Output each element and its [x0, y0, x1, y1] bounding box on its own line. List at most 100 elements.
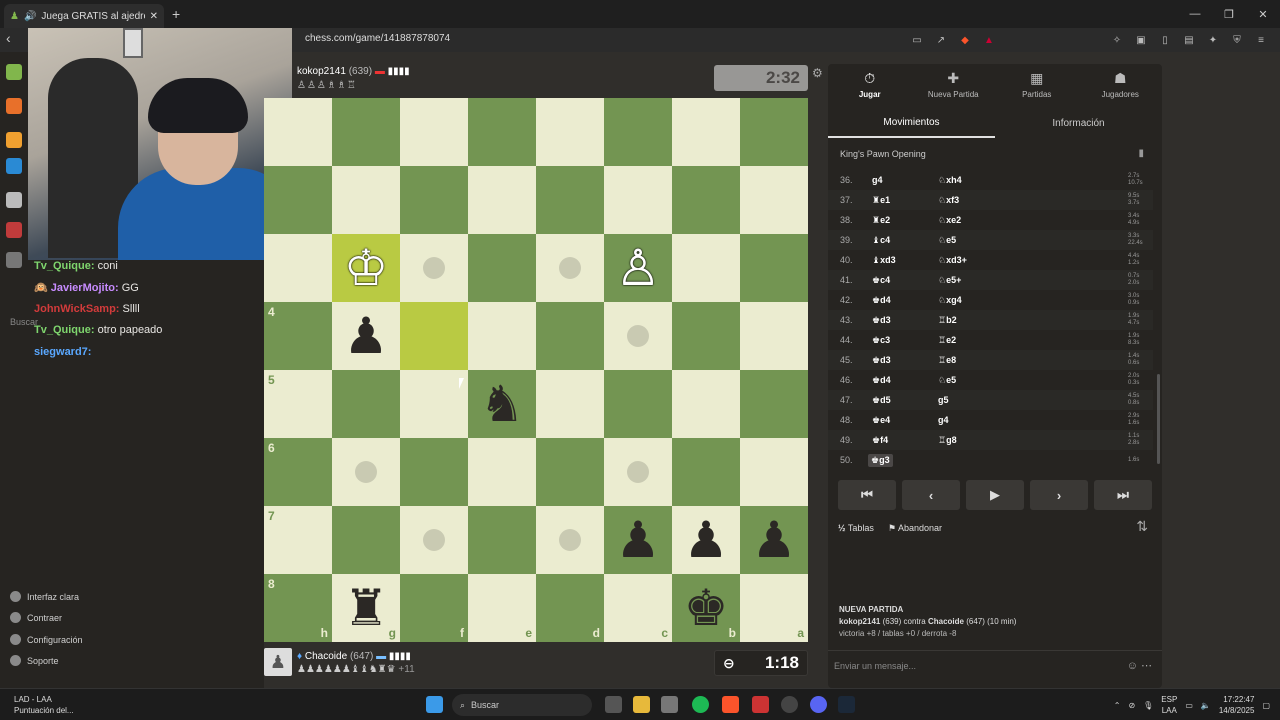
legal-move-hint[interactable]: [423, 529, 445, 551]
sidebar-search-input[interactable]: Buscar: [10, 317, 38, 327]
board-square[interactable]: 6: [264, 438, 332, 506]
streaming-app-icon[interactable]: [752, 696, 769, 713]
white-move[interactable]: ♚d3: [872, 315, 891, 326]
close-tab-icon[interactable]: ✕: [150, 11, 158, 22]
obs-icon[interactable]: [781, 696, 798, 713]
display-icon[interactable]: ▭: [1185, 701, 1193, 710]
legal-move-hint[interactable]: [627, 325, 649, 347]
summary-player2[interactable]: Chacoide: [928, 617, 964, 626]
board-square[interactable]: [400, 234, 468, 302]
legal-move-hint[interactable]: [423, 257, 445, 279]
chat-message-input[interactable]: Enviar un mensaje... ☺ ⋯: [828, 650, 1162, 680]
black-pawn-icon[interactable]: ♟: [752, 515, 797, 565]
menu-icon[interactable]: ≡: [1252, 31, 1270, 49]
board-square[interactable]: [400, 166, 468, 234]
black-move[interactable]: ♘e5: [938, 375, 956, 386]
board-square[interactable]: [604, 166, 672, 234]
book-icon[interactable]: ▮: [1138, 148, 1144, 159]
white-move[interactable]: ♝xd3: [872, 255, 896, 266]
board-square[interactable]: [740, 166, 808, 234]
spotify-icon[interactable]: [692, 696, 709, 713]
board-square[interactable]: ♙: [604, 234, 672, 302]
black-move[interactable]: ♖b2: [938, 315, 957, 326]
board-square[interactable]: [468, 302, 536, 370]
network-icon[interactable]: ⊘: [1128, 701, 1135, 710]
board-square[interactable]: [740, 302, 808, 370]
taskbar-search[interactable]: ⌕ Buscar: [452, 694, 592, 716]
wallet-icon[interactable]: ▤: [1180, 31, 1198, 49]
board-square[interactable]: [536, 166, 604, 234]
puzzles-icon[interactable]: [6, 98, 22, 114]
previous-move-button[interactable]: ‹: [902, 480, 960, 510]
minimize-button[interactable]: —: [1178, 0, 1212, 28]
board-square[interactable]: b ♚: [672, 574, 740, 642]
board-square[interactable]: [264, 166, 332, 234]
white-move[interactable]: ♚d3: [872, 355, 891, 366]
board-square[interactable]: [536, 370, 604, 438]
microphone-icon[interactable]: 🎙: [1143, 701, 1153, 710]
white-move[interactable]: ♜e2: [872, 215, 890, 226]
board-square[interactable]: a: [740, 574, 808, 642]
board-square[interactable]: [604, 98, 672, 166]
leo-ai-icon[interactable]: ✦: [1204, 31, 1222, 49]
white-move[interactable]: ♚c3: [872, 335, 890, 346]
white-king-icon[interactable]: ♔: [344, 243, 389, 293]
flip-board-icon[interactable]: ⇅: [1136, 518, 1148, 535]
board-square[interactable]: ♞: [468, 370, 536, 438]
white-move[interactable]: ♚d4: [872, 295, 891, 306]
browser-tab[interactable]: ♟ 🔊 Juega GRATIS al ajedrez online ✕: [4, 4, 164, 28]
white-move[interactable]: ♚d4: [872, 375, 891, 386]
board-square[interactable]: [400, 302, 468, 370]
social-icon[interactable]: [6, 222, 22, 238]
black-move[interactable]: ♖g8: [938, 435, 957, 446]
board-square[interactable]: ♟: [740, 506, 808, 574]
last-move-button[interactable]: ⏭: [1094, 480, 1152, 510]
steam-icon[interactable]: [838, 696, 855, 713]
extensions-icon[interactable]: ✧: [1108, 31, 1126, 49]
player-avatar[interactable]: ♟: [264, 648, 292, 676]
board-square[interactable]: d: [536, 574, 604, 642]
windows-start-icon[interactable]: [426, 696, 443, 713]
black-knight-icon[interactable]: ♞: [480, 379, 525, 429]
board-square[interactable]: [740, 98, 808, 166]
black-king-icon[interactable]: ♚: [684, 583, 729, 633]
chevron-up-icon[interactable]: ⌃: [1114, 701, 1121, 710]
legal-move-hint[interactable]: [627, 461, 649, 483]
board-square[interactable]: [672, 234, 740, 302]
board-square[interactable]: [332, 370, 400, 438]
board-square[interactable]: [740, 234, 808, 302]
volume-icon[interactable]: 🔈: [1201, 701, 1211, 710]
white-move[interactable]: ♚d5: [872, 395, 891, 406]
board-square[interactable]: [672, 438, 740, 506]
board-square[interactable]: ♟: [672, 506, 740, 574]
tab-play[interactable]: ⏱ Jugar: [828, 64, 912, 104]
discord-icon[interactable]: [810, 696, 827, 713]
black-pawn-icon[interactable]: ♟: [344, 311, 389, 361]
white-move[interactable]: ♚e4: [872, 415, 890, 426]
black-pawn-icon[interactable]: ♟: [684, 515, 729, 565]
weather-widget[interactable]: LAD - LAA Puntuación del...: [14, 694, 74, 716]
board-square[interactable]: 4: [264, 302, 332, 370]
black-move[interactable]: ♘xh4: [938, 175, 962, 186]
board-square[interactable]: [332, 438, 400, 506]
clock[interactable]: 17:22:47 14/8/2025: [1219, 694, 1255, 716]
black-move[interactable]: ♘xd3+: [938, 255, 967, 266]
board-square[interactable]: 7: [264, 506, 332, 574]
board-square[interactable]: ♔: [332, 234, 400, 302]
news-icon[interactable]: [6, 192, 22, 208]
board-square[interactable]: [264, 234, 332, 302]
tab-games[interactable]: ▦ Partidas: [995, 64, 1079, 104]
board-square[interactable]: [468, 506, 536, 574]
board-square[interactable]: f: [400, 574, 468, 642]
board-square[interactable]: [400, 506, 468, 574]
board-square[interactable]: [536, 302, 604, 370]
board-square[interactable]: [672, 302, 740, 370]
tab-moves[interactable]: Movimientos: [828, 108, 995, 138]
player-info[interactable]: ♦ Chacoide (647) ▬ ▮▮▮▮: [297, 651, 411, 662]
black-move[interactable]: ♖e2: [938, 335, 956, 346]
board-square[interactable]: [468, 98, 536, 166]
settings-item[interactable]: Configuración: [10, 634, 83, 645]
tab-search-icon[interactable]: ▣: [1132, 31, 1150, 49]
file-explorer-icon[interactable]: [633, 696, 650, 713]
board-square[interactable]: ♟: [332, 302, 400, 370]
